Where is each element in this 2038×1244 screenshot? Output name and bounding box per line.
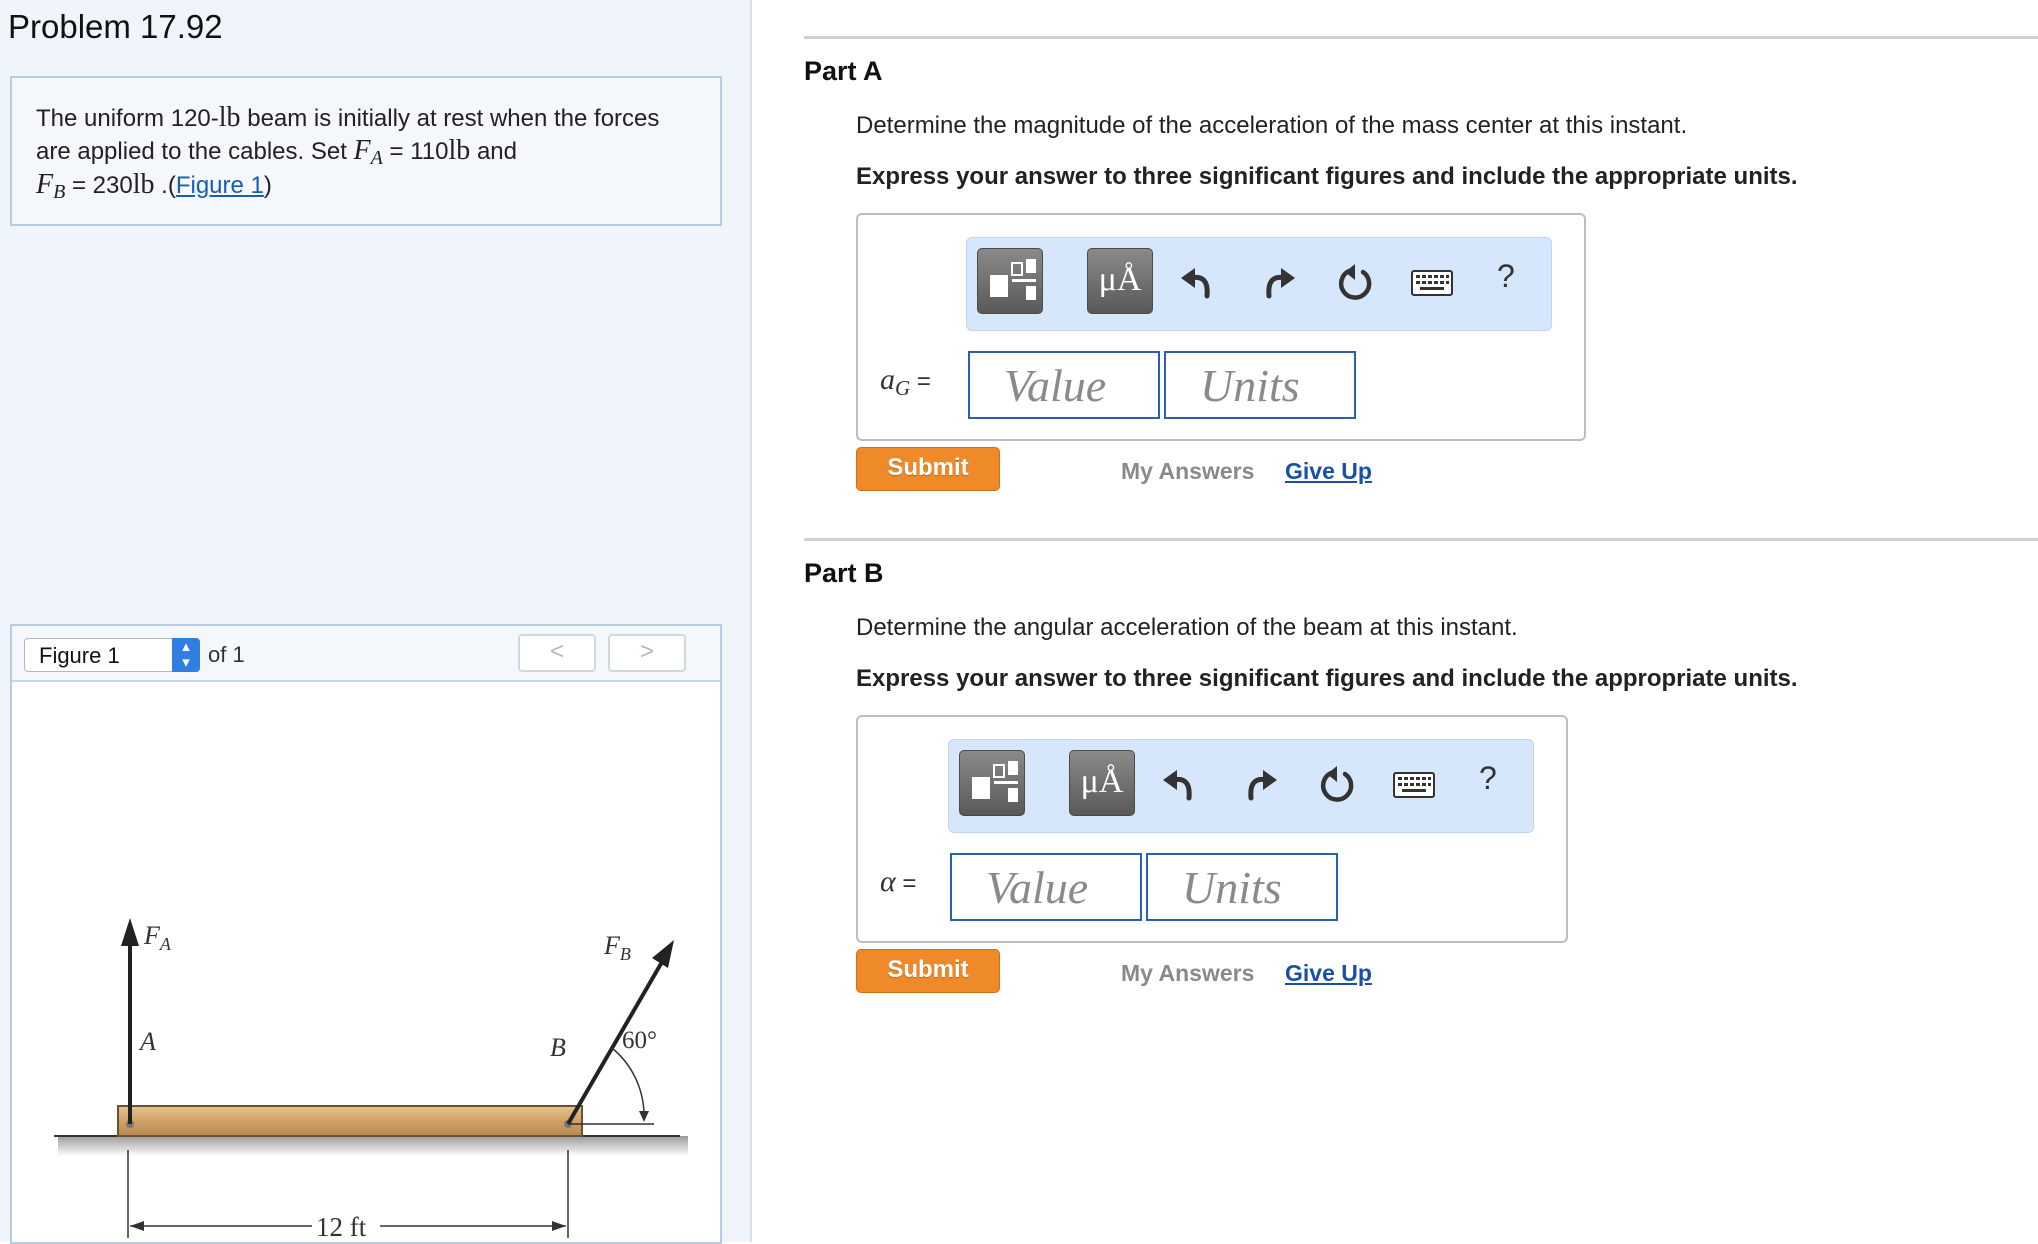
figure-link[interactable]: Figure 1 — [176, 172, 264, 199]
part-b-submit-button[interactable]: Submit — [856, 949, 1000, 993]
part-a-title[interactable]: Part A — [804, 56, 883, 87]
fraction-template-icon — [972, 761, 1018, 802]
units-symbol-icon: μÅ — [1080, 763, 1124, 800]
beam — [117, 1105, 583, 1137]
part-b-value-input[interactable] — [952, 855, 1140, 919]
fb-label-sub: B — [620, 944, 631, 964]
part-b-help-button[interactable]: ? — [1479, 760, 1497, 797]
part-a-instruction: Express your answer to three significant… — [856, 163, 1798, 190]
part-b-answer-box: μÅ ? α = — [856, 715, 1568, 943]
dim-arrow-left — [130, 1221, 144, 1231]
units-symbol-icon: μÅ — [1098, 261, 1142, 298]
part-b-template-button[interactable] — [959, 750, 1025, 816]
angle-arrowhead — [639, 1111, 649, 1122]
point-b-label: B — [550, 1033, 566, 1062]
part-a-value-field[interactable] — [968, 351, 1160, 419]
part-b-math-toolbar: μÅ ? — [948, 739, 1534, 833]
part-a-units-field[interactable] — [1164, 351, 1356, 419]
part-a-units-button[interactable]: μÅ — [1087, 248, 1153, 314]
fb-label: F — [603, 931, 621, 960]
part-b-units-button[interactable]: μÅ — [1069, 750, 1135, 816]
figure-count: of 1 — [208, 642, 245, 667]
length-label: 12 ft — [316, 1212, 367, 1242]
part-a-value-input[interactable] — [970, 353, 1158, 417]
redo-icon[interactable] — [1239, 764, 1279, 804]
part-a-answer-box: μÅ ? aG = — [856, 213, 1586, 441]
part-a-help-button[interactable]: ? — [1497, 258, 1515, 295]
part-a-template-button[interactable] — [977, 248, 1043, 314]
next-figure-button[interactable]: > — [608, 634, 686, 672]
prev-figure-button[interactable]: < — [518, 634, 596, 672]
fb-arrowhead — [652, 940, 674, 968]
ground — [58, 1136, 688, 1156]
part-a-divider — [804, 36, 2038, 39]
svg-text:FB: FB — [603, 931, 631, 964]
fa-label: F — [143, 921, 161, 950]
reset-icon[interactable] — [1335, 262, 1375, 302]
problem-statement: The uniform 120-lb beam is initially at … — [36, 102, 660, 203]
problem-panel: Problem 17.92 The uniform 120-lb beam is… — [0, 0, 752, 1244]
select-updown-icon: ▴ ▾ — [172, 638, 200, 672]
part-b-title[interactable]: Part B — [804, 558, 884, 589]
undo-icon[interactable] — [1161, 764, 1201, 804]
reset-icon[interactable] — [1317, 764, 1357, 804]
part-a-units-input[interactable] — [1166, 353, 1354, 417]
part-a-my-answers-link[interactable]: My Answers — [1121, 458, 1254, 485]
svg-text:FA: FA — [143, 921, 172, 954]
part-a-submit-button[interactable]: Submit — [856, 447, 1000, 491]
part-b-give-up-link[interactable]: Give Up — [1285, 960, 1372, 987]
keyboard-icon[interactable] — [1411, 270, 1453, 296]
problem-statement-box: The uniform 120-lb beam is initially at … — [10, 76, 722, 226]
keyboard-icon[interactable] — [1393, 772, 1435, 798]
part-b-instruction: Express your answer to three significant… — [856, 665, 1798, 692]
part-a-question: Determine the magnitude of the accelerat… — [856, 112, 1688, 139]
figure-toolbar: Figure 1 ▴ ▾ of 1 < > — [12, 626, 720, 682]
dim-arrow-right — [552, 1221, 566, 1231]
figure-select-value: Figure 1 — [39, 643, 120, 668]
part-b-my-answers-link[interactable]: My Answers — [1121, 960, 1254, 987]
part-a-give-up-link[interactable]: Give Up — [1285, 458, 1372, 485]
angle-label: 60° — [622, 1027, 657, 1054]
chevron-right-icon: > — [639, 638, 654, 665]
figure-select[interactable]: Figure 1 ▴ ▾ — [24, 638, 200, 672]
chevron-left-icon: < — [549, 638, 564, 665]
fa-label-sub: A — [159, 934, 172, 954]
part-b-units-input[interactable] — [1148, 855, 1336, 919]
part-b-variable-label: α = — [880, 865, 917, 898]
part-b-units-field[interactable] — [1146, 853, 1338, 921]
part-a-variable-label: aG = — [880, 363, 931, 400]
part-b-divider — [804, 538, 2038, 541]
angle-arc — [611, 1047, 645, 1119]
part-b-value-field[interactable] — [950, 853, 1142, 921]
fa-arrowhead — [121, 918, 139, 946]
point-a-label: A — [138, 1027, 156, 1056]
undo-icon[interactable] — [1179, 262, 1219, 302]
problem-title: Problem 17.92 — [8, 8, 223, 45]
fraction-template-icon — [990, 259, 1036, 300]
figure-panel: Figure 1 ▴ ▾ of 1 < > FA FB A B 60° 12 f… — [10, 624, 722, 1244]
part-b-question: Determine the angular acceleration of th… — [856, 614, 1518, 641]
part-a-math-toolbar: μÅ ? — [966, 237, 1552, 331]
redo-icon[interactable] — [1257, 262, 1297, 302]
beam-figure: FA FB A B 60° 12 ft — [54, 918, 688, 1242]
